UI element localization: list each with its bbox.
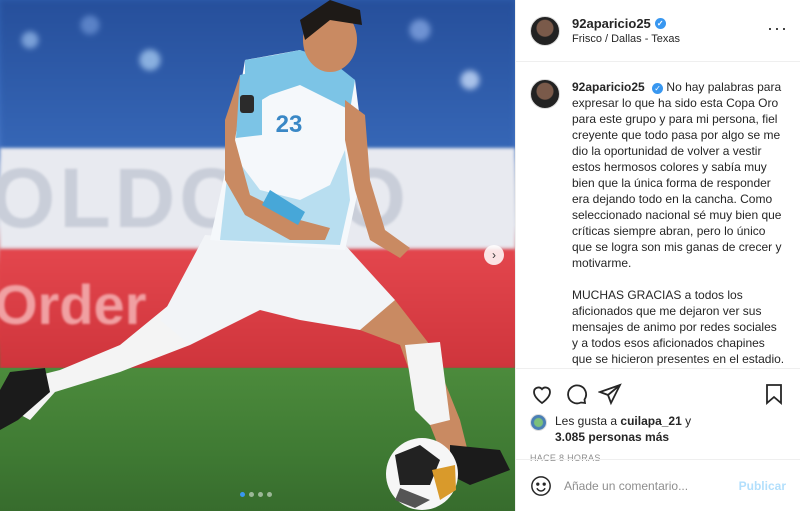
author-username[interactable]: 92aparicio25 (572, 16, 651, 31)
share-icon[interactable] (598, 382, 622, 406)
comment-icon[interactable] (564, 382, 588, 406)
football-player: 23 (0, 0, 510, 510)
post-image[interactable]: OLDC GO Order 23 › (0, 0, 515, 511)
caption-author-username[interactable]: 92aparicio25 (572, 80, 645, 94)
likes-connector: y (685, 414, 692, 428)
caption-scroll-area[interactable]: 92aparicio25 ✓ No hay palabras para expr… (516, 63, 800, 368)
post-actions: Les gusta a cuilapa_21 y 3.085 personas … (516, 368, 800, 511)
next-photo-button[interactable]: › (484, 245, 504, 265)
post-location[interactable]: Frisco / Dallas - Texas (572, 33, 680, 45)
author-avatar[interactable] (530, 15, 560, 46)
liker-username[interactable]: cuilapa_21 (620, 414, 681, 428)
likes-summary: Les gusta a cuilapa_21 y 3.085 personas … (516, 409, 800, 445)
caption-paragraph-2: MUCHAS GRACIAS a todos los aficionados q… (572, 288, 785, 366)
likes-prefix: Les gusta a (555, 414, 618, 428)
chevron-right-icon: › (492, 248, 496, 262)
post-side-panel: 92aparicio25 ✓ Frisco / Dallas - Texas ·… (515, 0, 800, 511)
caption-paragraph-1: No hay palabras para expresar lo que ha … (572, 80, 782, 270)
verified-icon: ✓ (654, 18, 666, 29)
smile-icon[interactable] (530, 475, 552, 497)
carousel-indicator (240, 492, 272, 497)
carousel-dot (258, 492, 263, 497)
liker-avatar[interactable] (530, 414, 547, 431)
publish-comment-button[interactable]: Publicar (739, 479, 786, 493)
comment-input[interactable] (564, 478, 734, 493)
bookmark-icon[interactable] (762, 382, 786, 406)
carousel-dot-active (240, 492, 245, 497)
carousel-dot (249, 492, 254, 497)
likes-count[interactable]: 3.085 personas más (555, 430, 669, 444)
more-icon[interactable]: ··· (767, 19, 788, 37)
verified-icon: ✓ (652, 83, 664, 94)
post-header: 92aparicio25 ✓ Frisco / Dallas - Texas ·… (516, 0, 800, 62)
post-caption: 92aparicio25 ✓ No hay palabras para expr… (572, 79, 786, 368)
carousel-dot (267, 492, 272, 497)
heart-icon[interactable] (530, 382, 554, 406)
caption-author-avatar[interactable] (530, 79, 560, 109)
comment-bar: Publicar (516, 459, 800, 511)
jersey-number: 23 (276, 111, 303, 138)
